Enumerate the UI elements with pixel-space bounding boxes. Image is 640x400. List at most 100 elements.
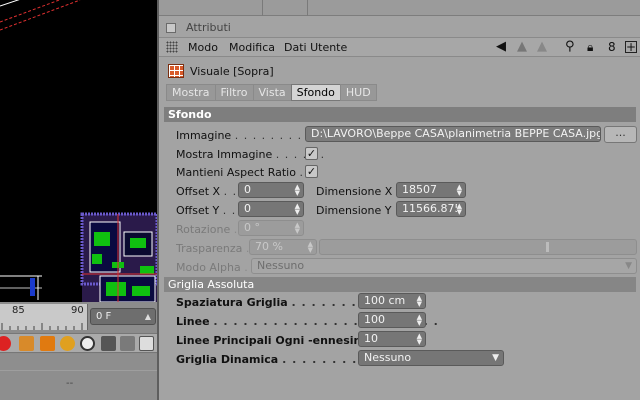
tab-vista[interactable]: Vista	[252, 84, 292, 101]
document-icon[interactable]	[139, 336, 154, 351]
mostra-immagine-checkbox[interactable]: ✓	[305, 147, 318, 160]
timeline-area: 85 90 0 F ▲ --	[0, 302, 157, 400]
linee-principali-label: Linee Principali Ogni -ennesima	[176, 334, 373, 347]
menu-modo[interactable]: Modo	[188, 41, 218, 54]
record-icon[interactable]	[0, 336, 11, 351]
spin-arrows-icon: ▲ ▼	[307, 240, 313, 254]
mantieni-aspect-checkbox[interactable]: ✓	[305, 165, 318, 178]
section-sfondo-header: Sfondo	[164, 107, 636, 122]
spin-arrows-icon: ▲ ▼	[294, 221, 300, 235]
ruler-label-90: 90	[71, 305, 84, 316]
trasparenza-label: Trasparenza . .	[176, 242, 258, 255]
spin-arrows-icon[interactable]: ▲ ▼	[457, 184, 462, 197]
tab-hud[interactable]: HUD	[339, 84, 377, 101]
spin-arrows-icon[interactable]: ▲	[145, 309, 151, 324]
rotazione-value: 0 °	[244, 221, 260, 234]
menu-dati-utente[interactable]: Dati Utente	[284, 41, 347, 54]
immagine-path-value: D:\LAVORO\Beppe CASA\planimetria BEPPE C…	[311, 127, 601, 140]
chevron-down-icon: ▼	[625, 261, 632, 271]
panel-toggle-checkbox[interactable]	[166, 23, 176, 33]
linee-principali-field[interactable]: 10 ▲ ▼	[358, 331, 426, 347]
object-name: Visuale [Sopra]	[190, 65, 274, 78]
spin-arrows-icon[interactable]: ▲ ▼	[295, 184, 300, 197]
object-row: Visuale [Sopra]	[159, 61, 640, 81]
panel-tabs: Mostra Filtro Vista Sfondo HUD	[166, 84, 377, 101]
rotazione-field: 0 ° ▲ ▼	[238, 220, 304, 236]
timeline-lower-area: --	[0, 354, 157, 400]
current-frame-value: 0 F	[96, 311, 112, 322]
offset-x-field[interactable]: 0 ▲ ▼	[238, 182, 304, 198]
rotate-keys-icon[interactable]	[60, 336, 75, 351]
back-arrow-icon[interactable]: ◀	[496, 40, 506, 54]
new-panel-icon[interactable]: +	[625, 41, 637, 53]
tab-filtro[interactable]: Filtro	[214, 84, 254, 101]
linee-field[interactable]: 100 ▲ ▼	[358, 312, 426, 328]
lock-icon[interactable]: 🔒︎	[587, 40, 593, 54]
modo-alpha-dropdown: Nessuno ▼	[251, 258, 637, 274]
trasparenza-value: 70 %	[255, 240, 283, 253]
trasparenza-field: 70 % ▲ ▼	[249, 239, 317, 255]
spin-arrows-icon[interactable]: ▲ ▼	[417, 295, 422, 308]
dimensione-y-value: 11566.875	[402, 202, 462, 215]
panel-title: Attributi	[186, 21, 231, 34]
mantieni-aspect-label: Mantieni Aspect Ratio .	[176, 166, 304, 179]
menu-modifica[interactable]: Modifica	[229, 41, 275, 54]
spaziatura-field[interactable]: 100 cm ▲ ▼	[358, 293, 426, 309]
offset-y-label: Offset Y . . .	[176, 204, 246, 217]
spin-arrows-icon[interactable]: ▲ ▼	[456, 203, 462, 216]
mostra-immagine-label: Mostra Immagine . . . . . .	[176, 148, 326, 161]
viewport-top-view[interactable]	[0, 0, 157, 302]
trasparenza-slider	[319, 239, 637, 255]
modo-alpha-label: Modo Alpha . .	[176, 261, 257, 274]
browse-button[interactable]: ...	[604, 126, 637, 143]
section-griglia-header: Griglia Assoluta	[164, 277, 636, 292]
immagine-path-field[interactable]: D:\LAVORO\Beppe CASA\planimetria BEPPE C…	[305, 126, 601, 142]
slider-knob	[546, 242, 549, 252]
dimensione-y-label: Dimensione Y . .	[316, 204, 407, 217]
scale-keys-icon[interactable]	[40, 336, 55, 351]
panel-top-strip	[159, 0, 640, 16]
spaziatura-value: 100 cm	[364, 294, 406, 307]
move-keys-icon[interactable]	[19, 336, 34, 351]
grid-key-icon[interactable]	[101, 336, 116, 351]
ruler-label-85: 85	[12, 305, 25, 316]
separator-mark: --	[66, 378, 74, 389]
linee-value: 100	[364, 313, 385, 326]
key-tool-icon[interactable]	[120, 336, 135, 351]
dimensione-x-value: 18507	[402, 183, 437, 196]
ruler-ticks	[1, 323, 83, 330]
tab-sfondo[interactable]: Sfondo	[290, 84, 341, 101]
dinamica-value: Nessuno	[364, 351, 412, 364]
dimensione-y-field[interactable]: 11566.875 ▲ ▼	[396, 201, 466, 217]
tab-mostra[interactable]: Mostra	[166, 84, 216, 101]
current-frame-field[interactable]: 0 F ▲	[90, 308, 156, 325]
up-arrow-icon[interactable]: ▲	[517, 40, 527, 54]
grip-icon[interactable]	[166, 41, 178, 53]
parameter-key-icon[interactable]	[80, 336, 95, 351]
attributes-panel: Attributi Modo Modifica Dati Utente ◀ ▲ …	[157, 0, 640, 400]
camera-view-icon	[168, 64, 184, 78]
spin-arrows-icon[interactable]: ▲ ▼	[417, 314, 422, 327]
dimensione-x-field[interactable]: 18507 ▲ ▼	[396, 182, 466, 198]
modo-alpha-value: Nessuno	[257, 259, 305, 272]
chevron-down-icon[interactable]: ▼	[492, 351, 499, 365]
panel-menu-bar: Modo Modifica Dati Utente ◀ ▲ ▲ ⚲ 🔒︎ 8 +	[159, 37, 640, 57]
divider	[307, 0, 308, 16]
transport-toolbar	[0, 333, 157, 353]
floorplan-drawing	[0, 0, 157, 302]
offset-x-label: Offset X . . .	[176, 185, 247, 198]
timeline-ruler[interactable]: 85 90	[0, 304, 88, 330]
spin-arrows-icon[interactable]: ▲ ▼	[295, 203, 300, 216]
search-icon[interactable]: ⚲	[565, 40, 575, 54]
divider	[0, 370, 157, 371]
divider	[262, 0, 263, 16]
rotazione-label: Rotazione . .	[176, 223, 246, 236]
spin-arrows-icon[interactable]: ▲ ▼	[417, 333, 422, 346]
link-icon[interactable]: 8	[608, 40, 616, 54]
linee-principali-value: 10	[364, 332, 378, 345]
panel-title-bar: Attributi	[159, 19, 640, 36]
offset-y-field[interactable]: 0 ▲ ▼	[238, 201, 304, 217]
dinamica-dropdown[interactable]: Nessuno ▼	[358, 350, 504, 366]
forward-icon[interactable]: ▲	[537, 40, 547, 54]
offset-y-value: 0	[244, 202, 251, 215]
